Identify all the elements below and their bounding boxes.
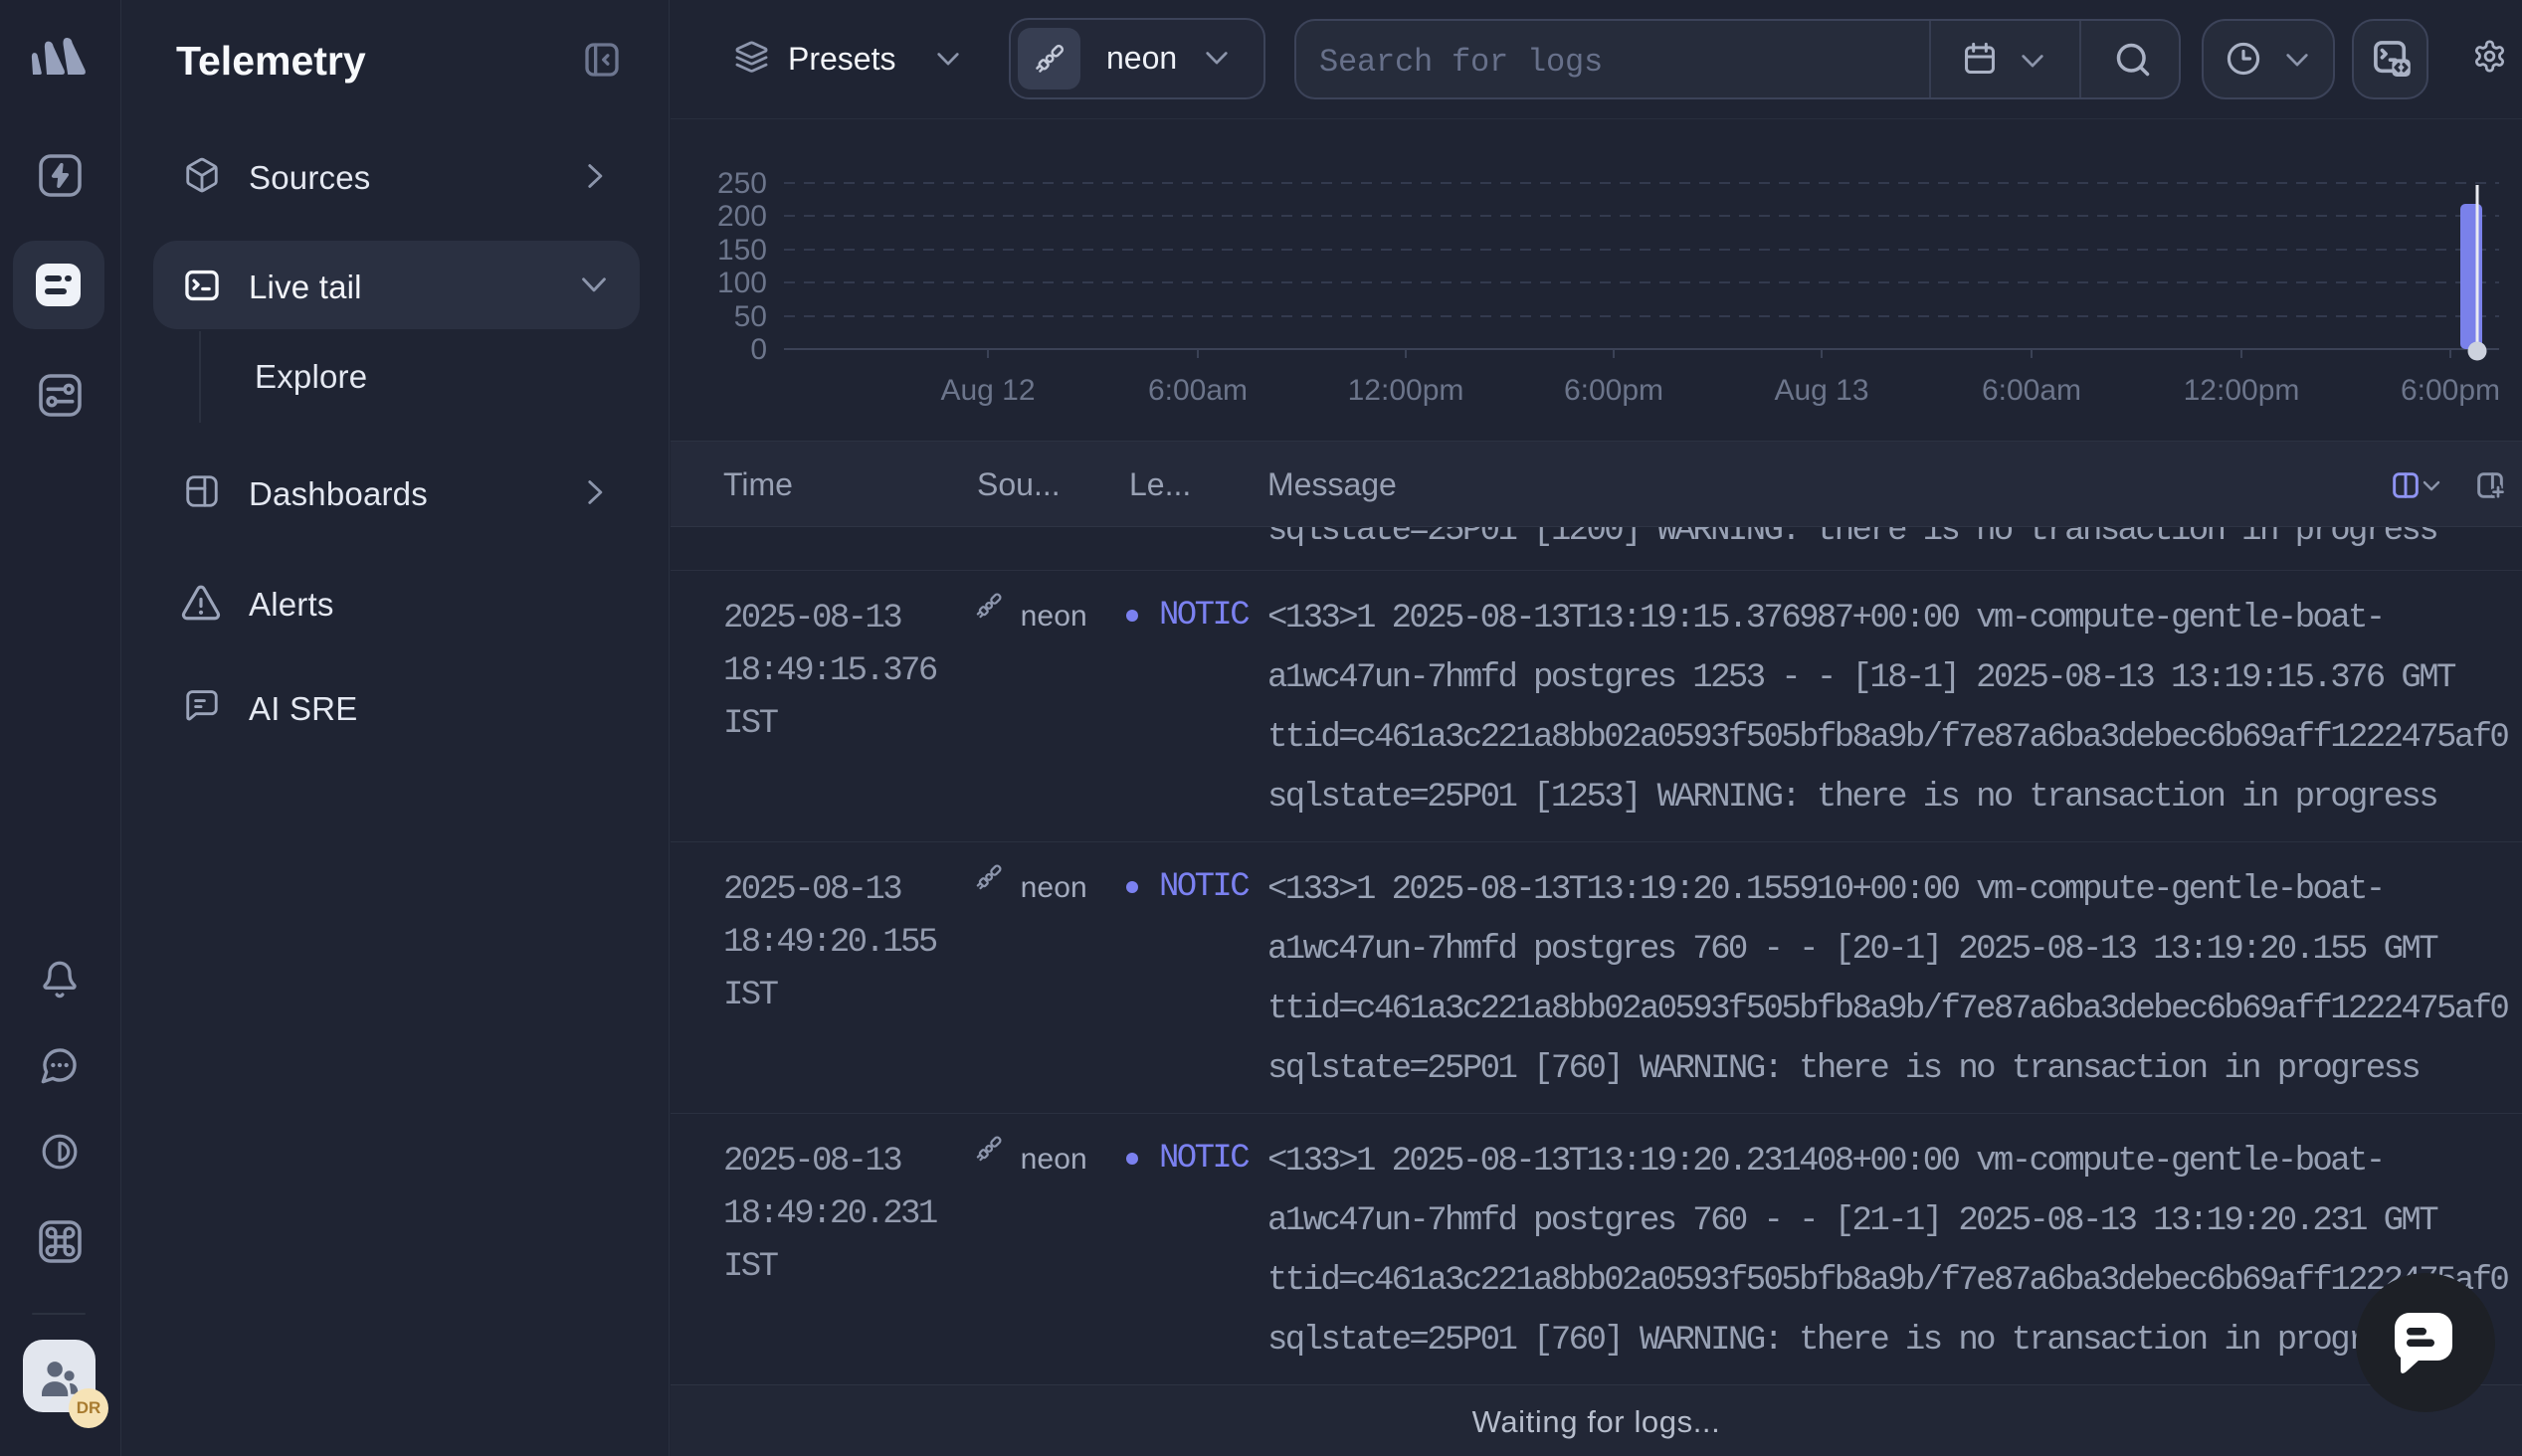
svg-text:100: 100: [717, 267, 767, 299]
svg-text:Aug 13: Aug 13: [1774, 374, 1868, 407]
svg-text:50: 50: [734, 300, 767, 333]
svg-text:Aug 12: Aug 12: [940, 374, 1035, 407]
svg-text:6:00pm: 6:00pm: [2401, 374, 2500, 407]
svg-text:12:00pm: 12:00pm: [2184, 374, 2300, 407]
svg-text:150: 150: [717, 234, 767, 267]
svg-text:0: 0: [750, 333, 767, 366]
svg-text:6:00am: 6:00am: [1148, 374, 1248, 407]
svg-text:200: 200: [717, 200, 767, 233]
svg-text:12:00pm: 12:00pm: [1348, 374, 1464, 407]
svg-text:6:00pm: 6:00pm: [1564, 374, 1663, 407]
svg-text:250: 250: [717, 167, 767, 200]
svg-text:6:00am: 6:00am: [1982, 374, 2081, 407]
